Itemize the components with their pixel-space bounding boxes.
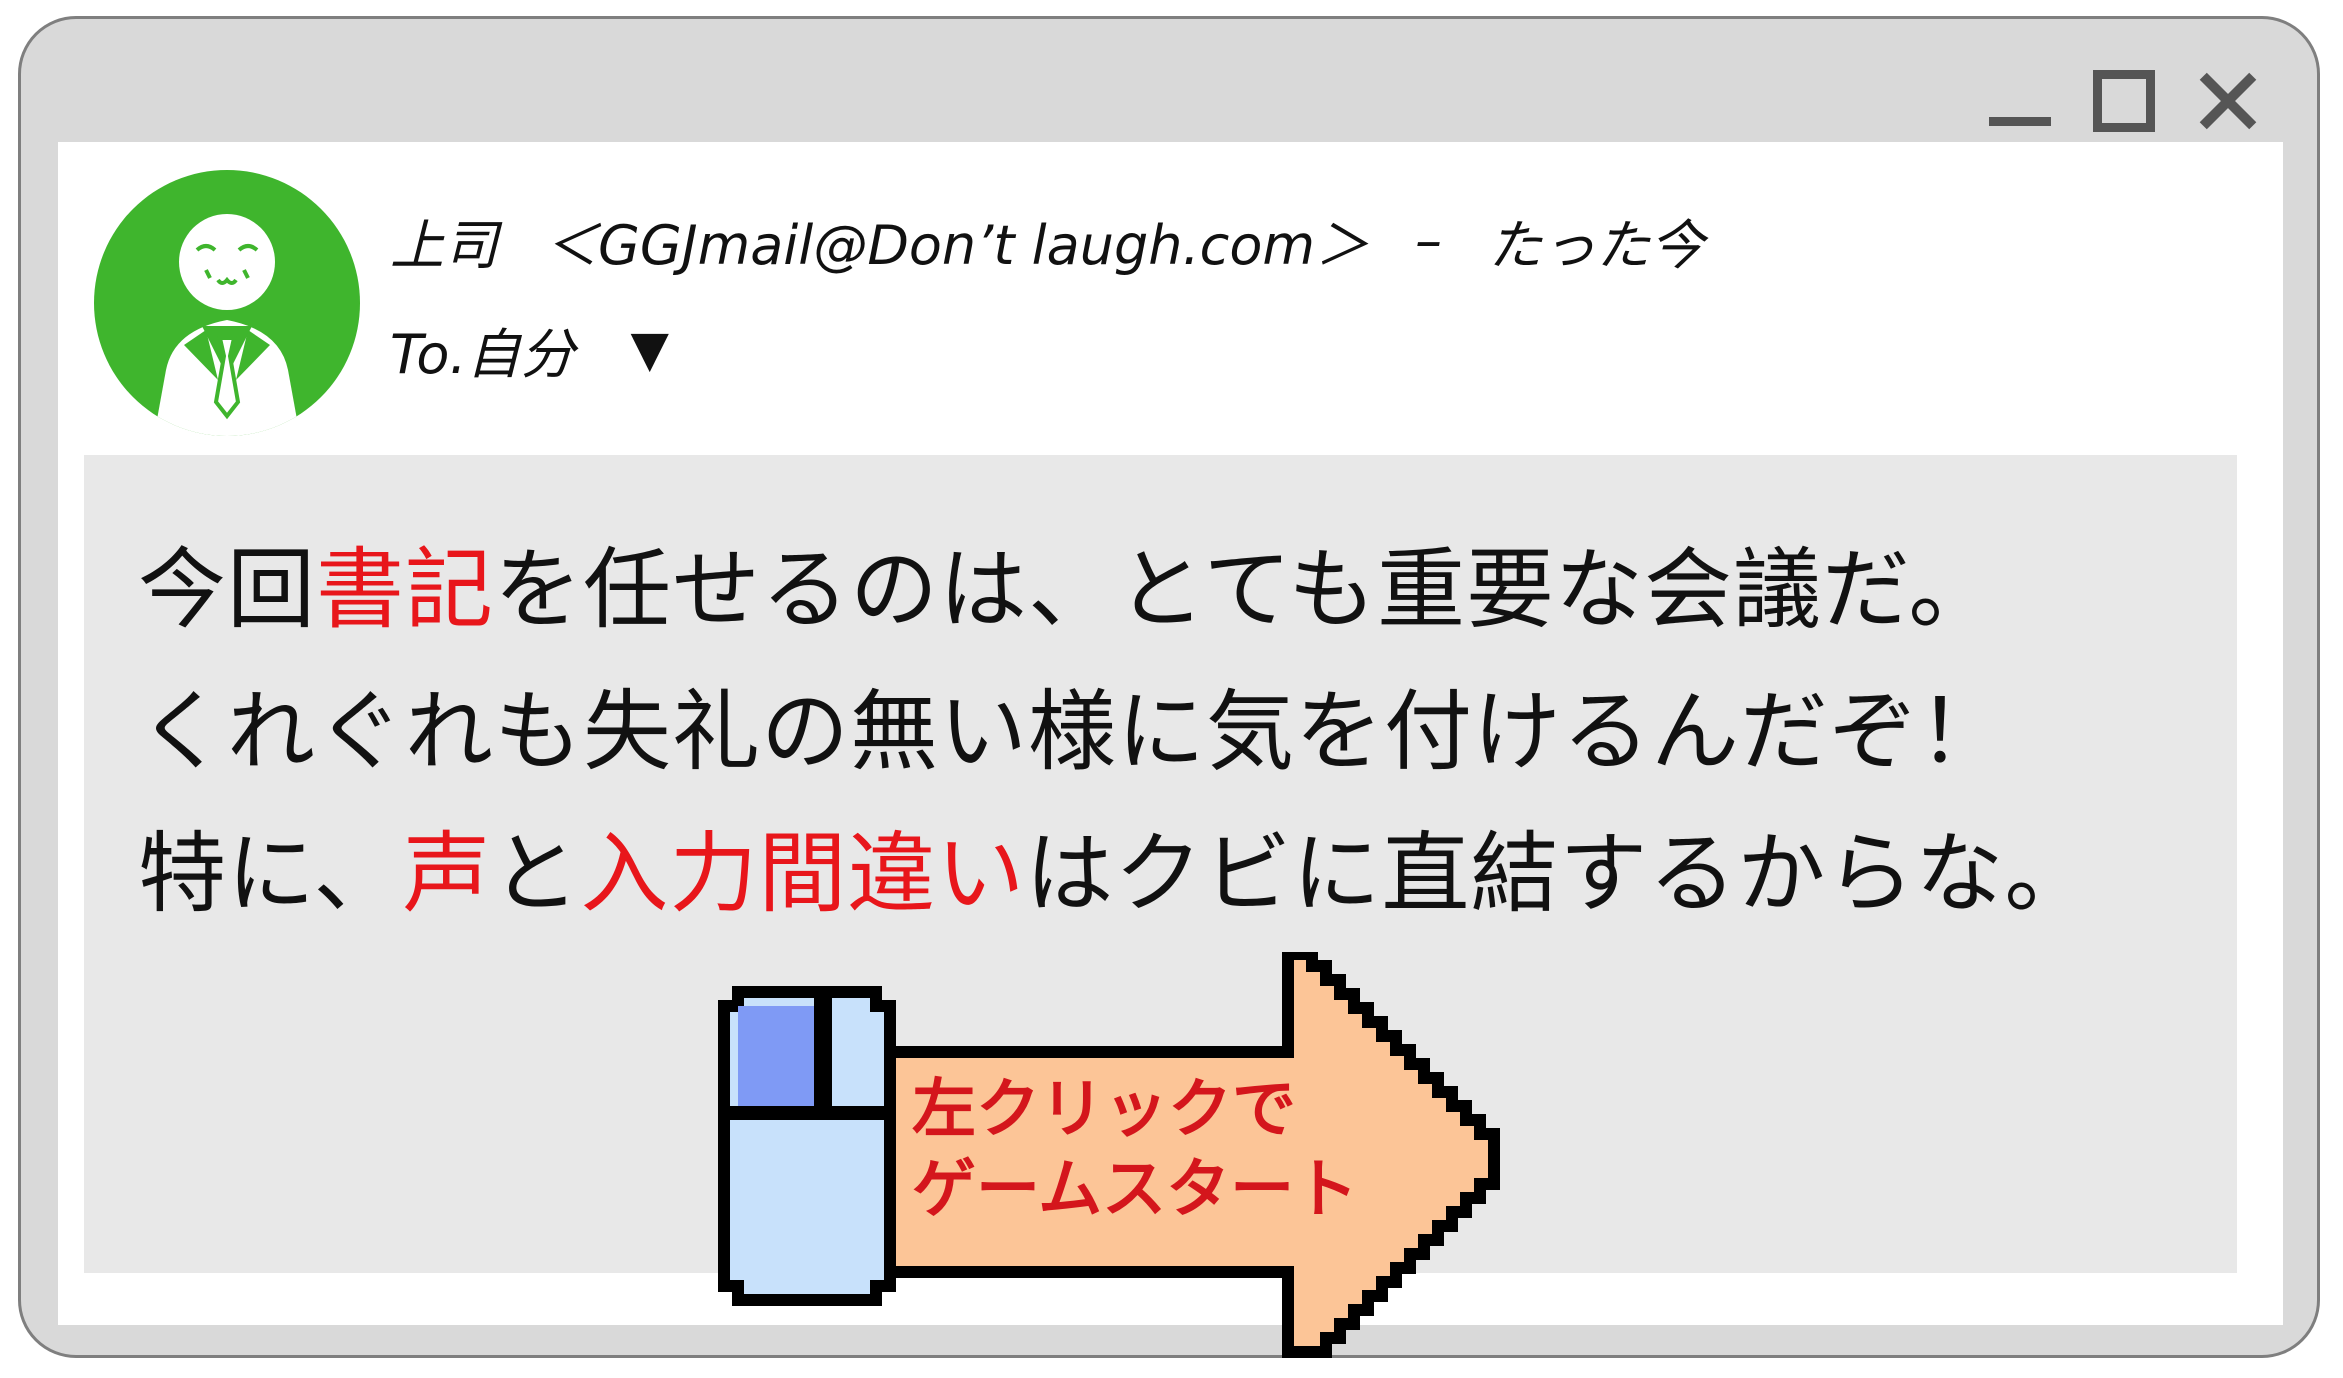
start-label: 左クリックで ゲームスタート — [912, 1070, 1359, 1230]
message-text: を任せるのは、とても重要な会議だ。 — [494, 538, 1998, 641]
message-line-2: くれぐれも失礼の無い様に気を付けるんだぞ！ — [138, 682, 2007, 782]
window-controls — [1989, 61, 2259, 141]
recipient-label: To.自分 — [390, 322, 575, 386]
separator: – — [1414, 208, 1442, 272]
start-label-line1: 左クリックで — [912, 1073, 1296, 1147]
recipient-line: To.自分 ▼ — [390, 314, 669, 386]
message-line-3: 特に、声と入力間違いはクビに直結するからな。 — [138, 824, 2093, 924]
highlight-text: 入力間違い — [580, 822, 1026, 925]
message-text: と — [491, 822, 581, 925]
message-text: 特に、 — [138, 822, 403, 925]
minimize-icon[interactable] — [1989, 70, 2051, 132]
message-text: くれぐれも失礼の無い様に気を付けるんだぞ！ — [138, 680, 2008, 783]
message-line-1: 今回書記を任せるのは、とても重要な会議だ。 — [138, 540, 1997, 640]
close-icon[interactable] — [2197, 70, 2259, 132]
maximize-icon[interactable] — [2093, 70, 2155, 132]
boss-avatar-icon — [94, 170, 360, 436]
message-text: はクビに直結するからな。 — [1025, 822, 2094, 925]
sender-line: 上司 ＜GGJmail@Don’t laugh.com＞ – たった今 — [390, 205, 1704, 277]
highlight-text: 声 — [402, 822, 492, 925]
highlight-text: 書記 — [316, 538, 495, 641]
sender-address: ＜GGJmail@Don’t laugh.com＞ — [544, 213, 1369, 277]
recipient-dropdown-icon[interactable]: ▼ — [631, 320, 669, 378]
received-time: たった今 — [1487, 213, 1704, 277]
sender-name: 上司 — [390, 213, 498, 277]
message-text: 今回 — [138, 538, 317, 641]
mouse-icon — [718, 986, 896, 1306]
start-label-line2: ゲームスタート — [912, 1153, 1359, 1227]
game-start-button[interactable]: 左クリックで ゲームスタート — [700, 952, 1520, 1360]
